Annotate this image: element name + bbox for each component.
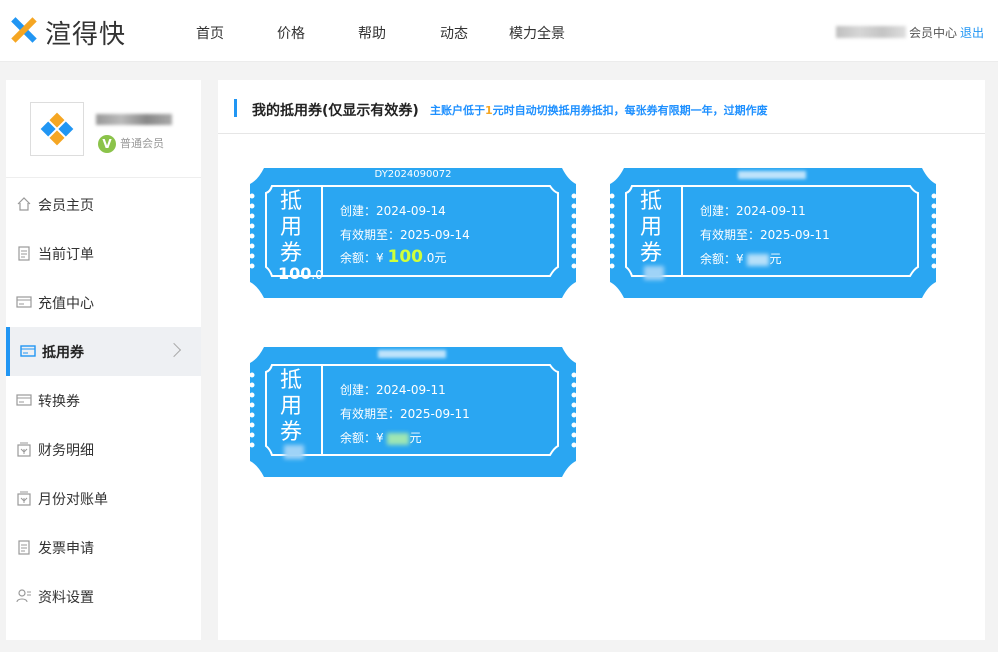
voucher-label-char: 券: [280, 241, 303, 266]
voucher-expiry: 有效期至：2025-09-14: [340, 228, 470, 242]
voucher-icon: [20, 345, 36, 357]
voucher-balance: 余额：¥ 100.0元: [340, 247, 447, 267]
sidebar-item-finance[interactable]: 财务明细: [6, 425, 201, 474]
voucher-footer: 平台赠送，不可退，过期自动作废: [698, 301, 848, 312]
logo-icon[interactable]: [6, 12, 42, 48]
voucher-created: 创建：2024-09-11: [340, 383, 446, 397]
section-header: 我的抵用券(仅显示有效券) 主账户低于1元时自动切换抵用券抵扣，每张券有限期一年…: [218, 80, 985, 134]
page-note: 主账户低于1元时自动切换抵用券抵扣，每张券有限期一年，过期作废: [430, 104, 768, 117]
voucher-card[interactable]: 抵 用 券 创建：2024-09-11 有效期至：2025-09-11 余额：¥…: [250, 345, 576, 491]
sidebar-item-label: 月份对账单: [38, 492, 108, 508]
voucher-code-redacted: [738, 171, 806, 179]
chevron-right-icon: [166, 342, 182, 358]
home-icon: [17, 197, 31, 211]
sidebar-item-label: 抵用券: [42, 345, 84, 361]
voucher-face-value-redacted: [644, 266, 664, 280]
sidebar-item-label: 资料设置: [38, 590, 94, 606]
voucher-card[interactable]: DY2024090072 抵 用 券 100.0 创建：2024-09-14 有…: [250, 166, 576, 312]
section-accent-bar: [234, 99, 237, 117]
voucher-face-value-redacted: [284, 445, 304, 459]
sidebar-item-label: 当前订单: [38, 247, 94, 263]
sidebar-item-label: 发票申请: [38, 541, 94, 557]
voucher-label-char: 抵: [280, 189, 303, 214]
sidebar-item-member-home[interactable]: 会员主页: [6, 180, 201, 229]
nav-home[interactable]: 首页: [196, 23, 224, 43]
username-redacted: [96, 114, 172, 125]
voucher-footer: 平台赠送，不可退，过期自动作废: [338, 301, 488, 312]
sidebar-item-label: 财务明细: [38, 443, 94, 459]
sidebar-item-vouchers[interactable]: 抵用券: [6, 327, 201, 376]
user-settings-icon: [16, 589, 31, 603]
sidebar: V 普通会员 会员主页 当前订单 充值中心 抵用券 转换券 财务明细 月份对账单…: [6, 80, 201, 640]
profile-card: V 普通会员: [6, 80, 201, 178]
invoice-icon: [18, 540, 30, 555]
voucher-expiry: 有效期至：2025-09-11: [340, 407, 470, 421]
sidebar-item-profile-settings[interactable]: 资料设置: [6, 572, 201, 621]
sidebar-item-current-orders[interactable]: 当前订单: [6, 229, 201, 278]
page-title: 我的抵用券(仅显示有效券): [252, 103, 419, 119]
avatar: [30, 102, 84, 156]
voucher-balance: 余额：¥ 元: [700, 252, 782, 266]
sidebar-item-convert-vouchers[interactable]: 转换券: [6, 376, 201, 425]
recharge-icon: [16, 296, 32, 308]
voucher-expiry: 有效期至：2025-09-11: [700, 228, 830, 242]
nav-pricing[interactable]: 价格: [277, 23, 305, 43]
avatar-logo-icon: [40, 112, 74, 146]
vip-badge-icon: V: [98, 135, 116, 153]
balance-redacted: [747, 253, 770, 266]
sidebar-item-label: 转换券: [38, 394, 80, 410]
member-level: 普通会员: [120, 137, 164, 150]
sidebar-item-monthly-statement[interactable]: 月份对账单: [6, 474, 201, 523]
top-header: 渲得快 首页 价格 帮助 动态 模力全景 会员中心 退出: [0, 0, 998, 62]
voucher-label-char: 券: [640, 241, 663, 266]
main-panel: 我的抵用券(仅显示有效券) 主账户低于1元时自动切换抵用券抵扣，每张券有限期一年…: [218, 80, 985, 640]
voucher-footer: 平台赠送，不可退，过期自动作废: [338, 480, 488, 491]
username-redacted: [836, 26, 906, 38]
voucher-code-redacted: [378, 350, 446, 358]
voucher-label-char: 券: [280, 420, 303, 445]
sidebar-item-label: 会员主页: [38, 198, 94, 214]
brand-name[interactable]: 渲得快: [45, 14, 126, 51]
voucher-label-char: 用: [280, 394, 303, 419]
voucher-label-char: 抵: [280, 368, 303, 393]
statement-icon: [17, 491, 31, 506]
balance-redacted: [387, 432, 410, 445]
voucher-label-char: 用: [640, 215, 663, 240]
sidebar-item-invoice[interactable]: 发票申请: [6, 523, 201, 572]
nav-help[interactable]: 帮助: [358, 23, 386, 43]
voucher-label-char: 抵: [640, 189, 663, 214]
voucher-label-char: 用: [280, 215, 303, 240]
voucher-card[interactable]: 抵 用 券 创建：2024-09-11 有效期至：2025-09-11 余额：¥…: [610, 166, 936, 312]
sidebar-item-label: 充值中心: [38, 296, 94, 312]
voucher-balance: 余额：¥ 元: [340, 431, 422, 445]
voucher-code: DY2024090072: [374, 169, 452, 180]
nav-news[interactable]: 动态: [440, 23, 468, 43]
voucher-created: 创建：2024-09-11: [700, 204, 806, 218]
convert-icon: [16, 394, 32, 406]
clipboard-icon: [18, 246, 30, 261]
logout-link[interactable]: 退出: [960, 24, 984, 41]
nav-model-panorama[interactable]: 模力全景: [509, 23, 565, 43]
member-center-link[interactable]: 会员中心: [909, 24, 957, 41]
voucher-face-value: 100.0: [278, 264, 323, 283]
voucher-created: 创建：2024-09-14: [340, 204, 446, 218]
sidebar-item-recharge[interactable]: 充值中心: [6, 278, 201, 327]
finance-icon: [17, 442, 31, 457]
